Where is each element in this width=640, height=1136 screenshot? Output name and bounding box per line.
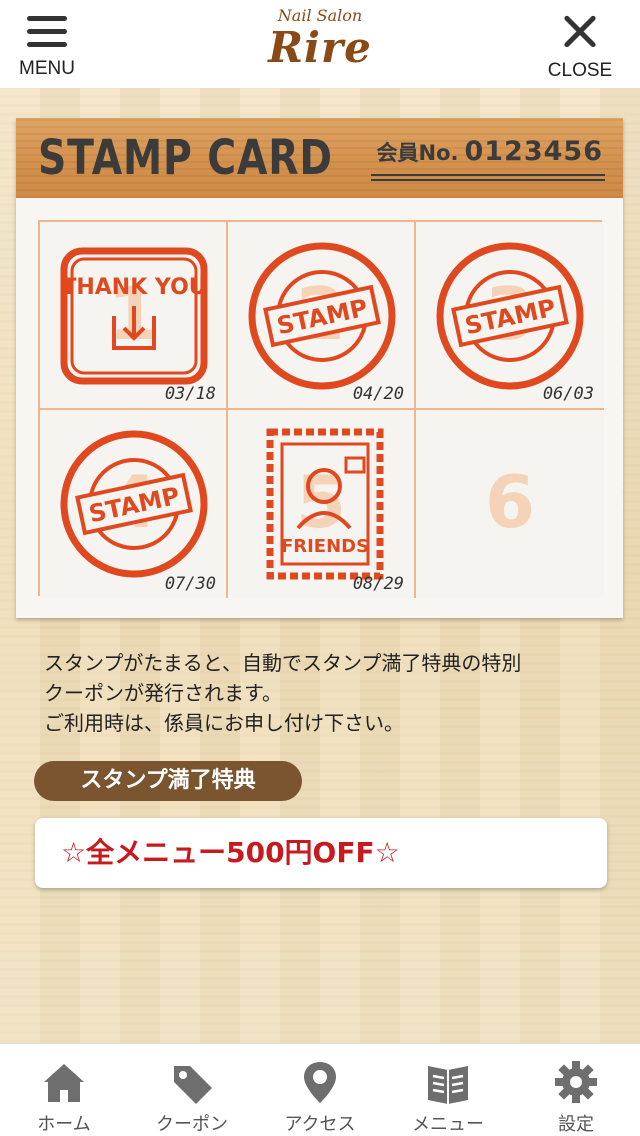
book-icon: [428, 1066, 468, 1104]
stamp-cell-1: 1 THANK YOU 03/18: [40, 222, 228, 410]
stamp-description: スタンプがたまると、自動でスタンプ満了特典の特別 クーポンが発行されます。 ご利…: [44, 648, 604, 738]
stamp-card: STAMP CARD 会員No. 0123456 1 THANK YOU 03/1…: [16, 118, 623, 618]
thank-you-stamp-icon: THANK YOU: [60, 247, 208, 385]
tab-label: メニュー: [412, 1114, 484, 1135]
close-button[interactable]: CLOSE: [540, 12, 620, 82]
stamp-date: 06/03: [542, 384, 594, 404]
salon-logo: Nail Salon Rire: [240, 6, 400, 71]
stamp-cell-3: 3 STAMP 06/03: [416, 222, 604, 410]
tab-access[interactable]: アクセス: [256, 1044, 384, 1136]
description-line: スタンプがたまると、自動でスタンプ満了特典の特別: [44, 651, 522, 675]
round-stamp-icon: STAMP: [60, 430, 208, 578]
menu-label: MENU: [19, 58, 75, 79]
member-number-label: 会員No.: [376, 141, 459, 165]
close-icon: [562, 14, 598, 50]
stamp-card-title: STAMP CARD: [38, 130, 333, 186]
app-header: MENU Nail Salon Rire CLOSE: [0, 0, 640, 88]
round-stamp-icon: STAMP: [436, 242, 584, 390]
tab-label: 設定: [558, 1114, 594, 1135]
member-number-value: 0123456: [464, 136, 603, 167]
stamp-cell-6: 6: [416, 410, 604, 598]
stamp-text: THANK YOU: [61, 275, 206, 300]
coupon-tag-icon: [174, 1066, 212, 1104]
logo-title: Rire: [268, 23, 372, 72]
stamp-cell-5: 5 FRIENDS 08/29: [228, 410, 416, 598]
home-icon: [44, 1064, 84, 1102]
description-line: クーポンが発行されます。: [44, 681, 282, 705]
tab-label: アクセス: [284, 1114, 356, 1135]
menu-button[interactable]: MENU: [14, 12, 80, 82]
tab-coupon[interactable]: クーポン: [128, 1044, 256, 1136]
friends-stamp-icon: FRIENDS: [266, 428, 384, 580]
hamburger-icon: [27, 16, 67, 48]
stamp-cell-2: 2 STAMP 04/20: [228, 222, 416, 410]
stamp-text: FRIENDS: [281, 536, 369, 557]
stamp-date: 08/29: [352, 574, 404, 594]
map-pin-icon: [304, 1062, 336, 1103]
stamp-date: 07/30: [164, 574, 216, 594]
tab-home[interactable]: ホーム: [0, 1044, 128, 1136]
tab-settings[interactable]: 設定: [512, 1044, 640, 1136]
close-label: CLOSE: [547, 60, 613, 81]
stamp-date: 03/18: [164, 384, 216, 404]
stamp-grid: 1 THANK YOU 03/18 2 STAMP 04/20: [38, 220, 604, 598]
reward-label-badge: スタンプ満了特典: [34, 761, 302, 801]
tab-menu[interactable]: メニュー: [384, 1044, 512, 1136]
member-number: 会員No. 0123456: [370, 136, 605, 181]
stamp-date: 04/20: [352, 384, 404, 404]
stamp-card-header: STAMP CARD 会員No. 0123456: [16, 118, 623, 198]
tab-label: クーポン: [156, 1114, 228, 1135]
tab-label: ホーム: [37, 1114, 91, 1135]
gear-icon: [555, 1061, 597, 1103]
round-stamp-icon: STAMP: [248, 242, 396, 390]
reward-coupon-box[interactable]: ☆全メニュー500円OFF☆: [35, 818, 607, 888]
stamp-cell-number: 6: [484, 460, 536, 544]
bottom-tab-bar: ホーム クーポン アクセス メニュー 設定: [0, 1043, 640, 1136]
description-line: ご利用時は、係員にお申し付け下さい。: [44, 711, 404, 735]
stamp-cell-4: 4 STAMP 07/30: [40, 410, 228, 598]
